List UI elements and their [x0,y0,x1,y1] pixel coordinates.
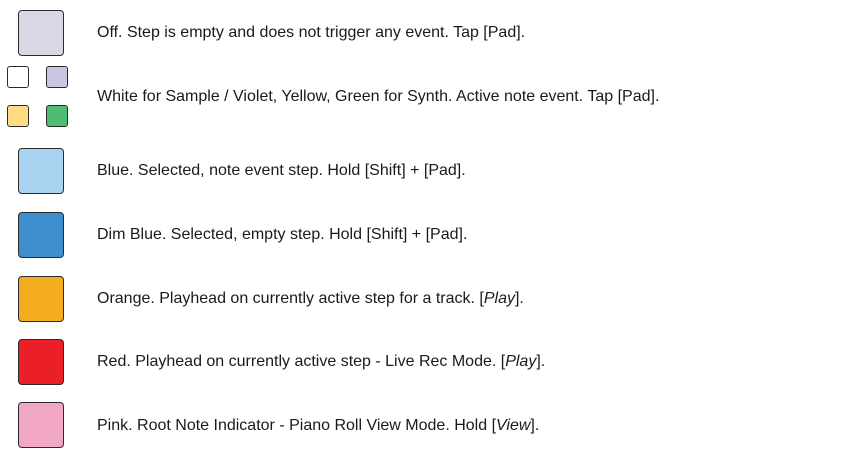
text-emphasis: Play [483,290,515,307]
legend-row-pink: Pink. Root Note Indicator - Piano Roll V… [0,402,858,450]
pad-green-swatch [46,105,68,127]
legend-row-off: Off. Step is empty and does not trigger … [0,10,858,58]
pad-yellow-swatch [7,105,29,127]
text-before: Dim Blue. Selected, empty step. Hold [Sh… [97,226,468,243]
text-after: ]. [530,417,540,434]
text-after: ]. [536,353,546,370]
text-before: Red. Playhead on currently active step -… [97,353,506,370]
pad-dim-blue-swatch [18,212,64,258]
legend-row-dim-blue: Dim Blue. Selected, empty step. Hold [Sh… [0,212,858,260]
pad-white-swatch [7,66,29,88]
legend-text-red: Red. Playhead on currently active step -… [97,352,545,372]
legend-text-active-note: White for Sample / Violet, Yellow, Green… [97,87,659,107]
pad-blue-swatch [18,148,64,194]
pad-red-swatch [18,339,64,385]
legend-text-dim-blue: Dim Blue. Selected, empty step. Hold [Sh… [97,225,467,245]
text-before: White for Sample / Violet, Yellow, Green… [97,88,660,105]
legend-text-blue: Blue. Selected, note event step. Hold [S… [97,161,466,181]
text-after: ]. [514,290,524,307]
legend-text-pink: Pink. Root Note Indicator - Piano Roll V… [97,416,539,436]
legend-row-active-note: White for Sample / Violet, Yellow, Green… [0,66,858,127]
text-before: Off. Step is empty and does not trigger … [97,24,526,41]
text-before: Pink. Root Note Indicator - Piano Roll V… [97,417,497,434]
legend-text-off: Off. Step is empty and does not trigger … [97,23,525,43]
legend-text-orange: Orange. Playhead on currently active ste… [97,289,524,309]
legend-row-red: Red. Playhead on currently active step -… [0,339,858,387]
text-before: Blue. Selected, note event step. Hold [S… [97,162,466,179]
text-emphasis: Play [505,353,537,370]
pad-off-swatch [18,10,64,56]
pad-violet-swatch [46,66,68,88]
legend-row-blue: Blue. Selected, note event step. Hold [S… [0,148,858,196]
text-before: Orange. Playhead on currently active ste… [97,290,484,307]
text-emphasis: View [496,417,531,434]
legend-row-orange: Orange. Playhead on currently active ste… [0,276,858,324]
pad-orange-swatch [18,276,64,322]
pad-pink-swatch [18,402,64,448]
